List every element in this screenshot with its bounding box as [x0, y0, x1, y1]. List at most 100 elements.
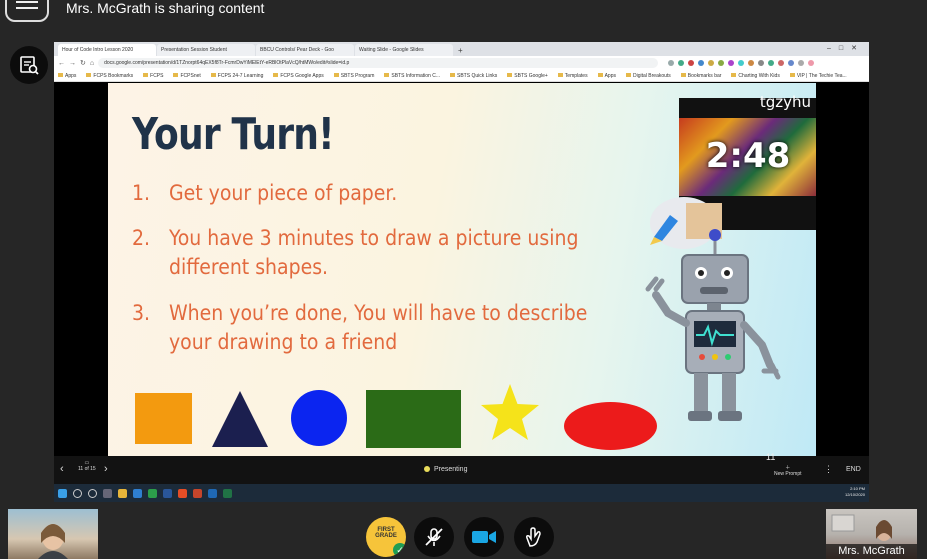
bookmark-item[interactable]: Bookmarks bar	[681, 73, 722, 79]
checkmark-icon: ✓	[393, 543, 406, 557]
browser-tab[interactable]: BBCU Controls/ Pear Deck - Goo	[256, 44, 354, 56]
timer-code: tgzyhu	[759, 93, 811, 111]
extension-icon[interactable]	[778, 60, 785, 66]
extension-icon[interactable]	[768, 60, 775, 66]
orange-square	[135, 393, 192, 444]
windows-taskbar: 2:10 PM 12/10/2020	[54, 484, 869, 502]
bookmark-item[interactable]: Apps	[598, 73, 616, 79]
bookmark-item[interactable]: FCPS	[143, 73, 163, 79]
extension-icon[interactable]	[698, 60, 705, 66]
reload-icon[interactable]: ↻	[80, 59, 86, 67]
chrome-icon[interactable]	[148, 488, 157, 498]
avatar-icon[interactable]	[808, 60, 815, 66]
bookmark-item[interactable]: VIP | The Techie Tea...	[790, 73, 847, 79]
task-view-icon[interactable]	[103, 488, 112, 498]
browser-tab-strip: Hour of Code Intro Lesson 2020 Presentat…	[54, 42, 869, 56]
document-search-icon	[20, 56, 39, 75]
cortana-icon[interactable]	[88, 488, 97, 498]
word-icon[interactable]	[163, 488, 172, 498]
powerpoint-icon[interactable]	[193, 488, 202, 498]
extension-icon[interactable]	[738, 60, 745, 66]
extension-icon[interactable]	[718, 60, 725, 66]
bookmark-item[interactable]: SBTS Google+	[507, 73, 548, 79]
html5-icon[interactable]	[178, 488, 187, 498]
bookmark-item[interactable]: Apps	[58, 73, 76, 79]
search-icon[interactable]	[73, 488, 82, 498]
excel-icon[interactable]	[223, 488, 232, 498]
more-options-button[interactable]: ⋮	[824, 464, 833, 475]
mute-microphone-button[interactable]	[414, 517, 454, 557]
address-bar[interactable]: docs.google.com/presentation/d/1TZnorpt6…	[98, 58, 659, 68]
presentation-area: Your Turn! 1. Get your piece of paper. 2…	[54, 83, 869, 456]
participant-video-self[interactable]	[8, 509, 98, 559]
extension-icon[interactable]	[708, 60, 715, 66]
bookmark-item[interactable]: SBTS Information C...	[384, 73, 440, 79]
bookmark-item[interactable]: Charting With Kids	[731, 73, 779, 79]
bookmark-item[interactable]: FCPS 24-7 Learning	[211, 73, 264, 79]
extension-icon[interactable]	[748, 60, 755, 66]
previous-slide-button[interactable]: ‹	[60, 463, 64, 475]
home-icon[interactable]: ⌂	[90, 60, 94, 67]
bookmark-item[interactable]: SBTS Program	[334, 73, 375, 79]
extension-icon[interactable]	[788, 60, 795, 66]
camera-button[interactable]	[464, 517, 504, 557]
windows-start-icon[interactable]	[58, 488, 67, 498]
user-avatar[interactable]: FIRST GRADE ✓	[366, 517, 406, 557]
window-controls[interactable]: –□✕	[827, 44, 865, 52]
back-icon[interactable]: ←	[58, 60, 65, 67]
forward-icon[interactable]: →	[69, 60, 76, 67]
extension-icon[interactable]	[728, 60, 735, 66]
sharing-title: Mrs. McGrath is sharing content	[66, 0, 265, 16]
step-number: 3.	[132, 301, 151, 325]
browser-tab[interactable]: Waiting Slide - Google Slides	[355, 44, 453, 56]
outlook-icon[interactable]	[208, 488, 217, 498]
extension-icon[interactable]	[688, 60, 695, 66]
menu-line-icon	[16, 1, 38, 3]
presenter-toolbar: ‹ ▭ 11 of 15 › Presenting 11 ＋ New Promp…	[54, 452, 869, 484]
clock-time: 2:10 PM	[850, 486, 865, 491]
extension-icon[interactable]	[678, 60, 685, 66]
hamburger-menu-button[interactable]	[5, 0, 49, 22]
avatar-caption: FIRST GRADE	[375, 527, 397, 539]
person-video-icon	[38, 524, 68, 559]
browser-tab[interactable]: Presentation Session Student	[157, 44, 255, 56]
green-rectangle	[366, 390, 461, 448]
participant-video-presenter[interactable]: Mrs. McGrath	[826, 509, 917, 559]
slide-counter-text: 11 of 15	[78, 466, 96, 472]
bookmark-item[interactable]: SBTS Quick Links	[450, 73, 497, 79]
microphone-muted-icon	[425, 528, 443, 546]
bookmark-item[interactable]: FCPS Bookmarks	[86, 73, 133, 79]
content-view-button[interactable]	[10, 46, 48, 84]
navy-triangle	[212, 391, 268, 447]
step-text: You have 3 minutes to draw a picture usi…	[169, 226, 579, 279]
presenting-status: Presenting	[424, 466, 467, 473]
bookmark-item[interactable]: FCPSnet	[173, 73, 200, 79]
meeting-window: Mrs. McGrath is sharing content Hour of …	[0, 0, 927, 559]
taskbar-clock[interactable]: 2:10 PM 12/10/2020	[845, 486, 865, 498]
next-slide-button[interactable]: ›	[104, 463, 108, 475]
slide-number: 11	[766, 452, 776, 462]
file-explorer-icon[interactable]	[118, 488, 127, 498]
edge-icon[interactable]	[133, 488, 142, 498]
extension-icon[interactable]	[798, 60, 805, 66]
bookmark-item[interactable]: Digital Breakouts	[626, 73, 671, 79]
bookmarks-bar: Apps FCPS Bookmarks FCPS FCPSnet FCPS 24…	[54, 70, 869, 82]
raise-hand-button[interactable]	[514, 517, 554, 557]
slide-title: Your Turn!	[132, 109, 335, 160]
new-prompt-button[interactable]: ＋ New Prompt	[774, 464, 802, 477]
bookmark-item[interactable]: FCPS Google Apps	[273, 73, 323, 79]
end-button[interactable]: END	[846, 466, 861, 473]
new-tab-button[interactable]: +	[454, 46, 467, 56]
hand-icon	[526, 527, 541, 547]
new-prompt-label: New Prompt	[774, 471, 802, 477]
step-text: Get your piece of paper.	[169, 181, 398, 205]
extension-icon[interactable]	[758, 60, 765, 66]
extension-icons	[668, 60, 815, 66]
extension-icon[interactable]	[668, 60, 675, 66]
slide-counter: ▭ 11 of 15	[78, 460, 96, 472]
bookmark-item[interactable]: Templates	[558, 73, 588, 79]
step-number: 2.	[132, 226, 151, 250]
yellow-star	[481, 384, 539, 440]
browser-tab[interactable]: Hour of Code Intro Lesson 2020	[58, 44, 156, 56]
shared-screen: Hour of Code Intro Lesson 2020 Presentat…	[54, 42, 869, 502]
